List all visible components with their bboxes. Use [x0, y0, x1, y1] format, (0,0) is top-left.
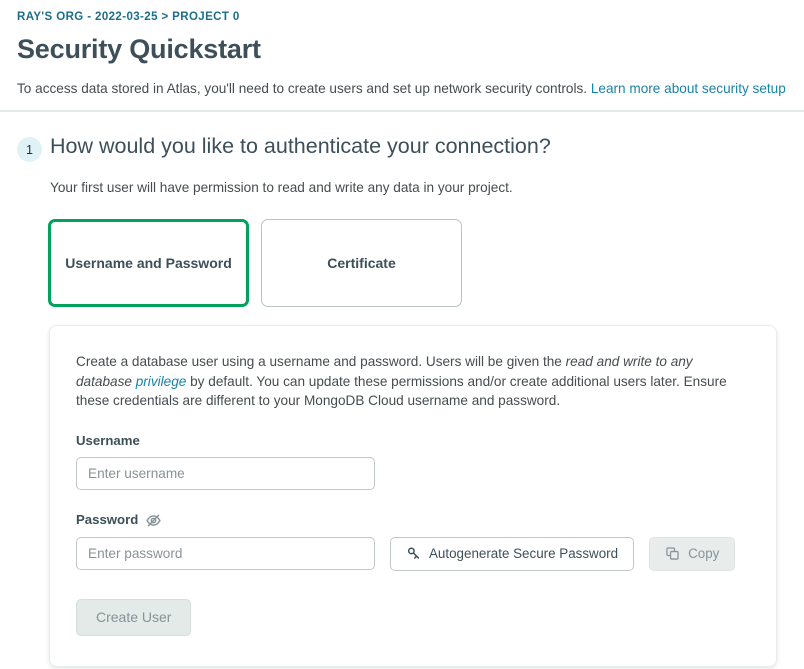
intro-text: To access data stored in Atlas, you'll n… — [17, 81, 588, 96]
step-question: How would you like to authenticate your … — [50, 134, 551, 158]
create-user-panel: Create a database user using a username … — [49, 325, 777, 667]
step-header-row: 1 How would you like to authenticate you… — [0, 112, 804, 162]
password-label: Password — [76, 512, 750, 529]
security-quickstart-page: RAY'S ORG - 2022-03-25 > PROJECT 0 Secur… — [0, 0, 804, 669]
eye-off-icon[interactable] — [145, 512, 162, 529]
description-part-one: Create a database user using a username … — [76, 354, 566, 369]
step-subtitle: Your first user will have permission to … — [50, 180, 513, 195]
page-header: RAY'S ORG - 2022-03-25 > PROJECT 0 Secur… — [0, 0, 804, 98]
copy-icon — [665, 546, 680, 561]
autogenerate-password-label: Autogenerate Secure Password — [429, 546, 619, 562]
auth-option-label: Certificate — [327, 255, 396, 271]
key-icon — [406, 546, 421, 561]
username-input[interactable] — [76, 456, 375, 490]
page-title: Security Quickstart — [17, 34, 261, 64]
auth-option-certificate[interactable]: Certificate — [261, 219, 462, 307]
password-row: Autogenerate Secure Password Copy — [76, 536, 750, 571]
create-user-button[interactable]: Create User — [76, 598, 192, 636]
auth-method-options: Username and Password Certificate — [48, 219, 804, 307]
username-label-text: Username — [76, 432, 140, 448]
copy-password-label: Copy — [688, 546, 720, 562]
autogenerate-password-button[interactable]: Autogenerate Secure Password — [390, 536, 635, 571]
breadcrumb[interactable]: RAY'S ORG - 2022-03-25 > PROJECT 0 — [17, 10, 787, 24]
password-input[interactable] — [76, 537, 375, 571]
create-user-label: Create User — [96, 609, 172, 626]
copy-password-button[interactable]: Copy — [649, 536, 736, 571]
username-label: Username — [76, 433, 750, 449]
password-label-text: Password — [76, 512, 139, 528]
panel-description: Create a database user using a username … — [76, 352, 750, 411]
auth-option-username-password[interactable]: Username and Password — [48, 219, 249, 307]
intro-paragraph: To access data stored in Atlas, you'll n… — [17, 80, 787, 98]
step-number-badge: 1 — [17, 137, 42, 162]
auth-option-label: Username and Password — [65, 255, 232, 271]
learn-more-security-setup-link[interactable]: Learn more about security setup — [591, 81, 786, 96]
privilege-link[interactable]: privilege — [136, 374, 187, 389]
